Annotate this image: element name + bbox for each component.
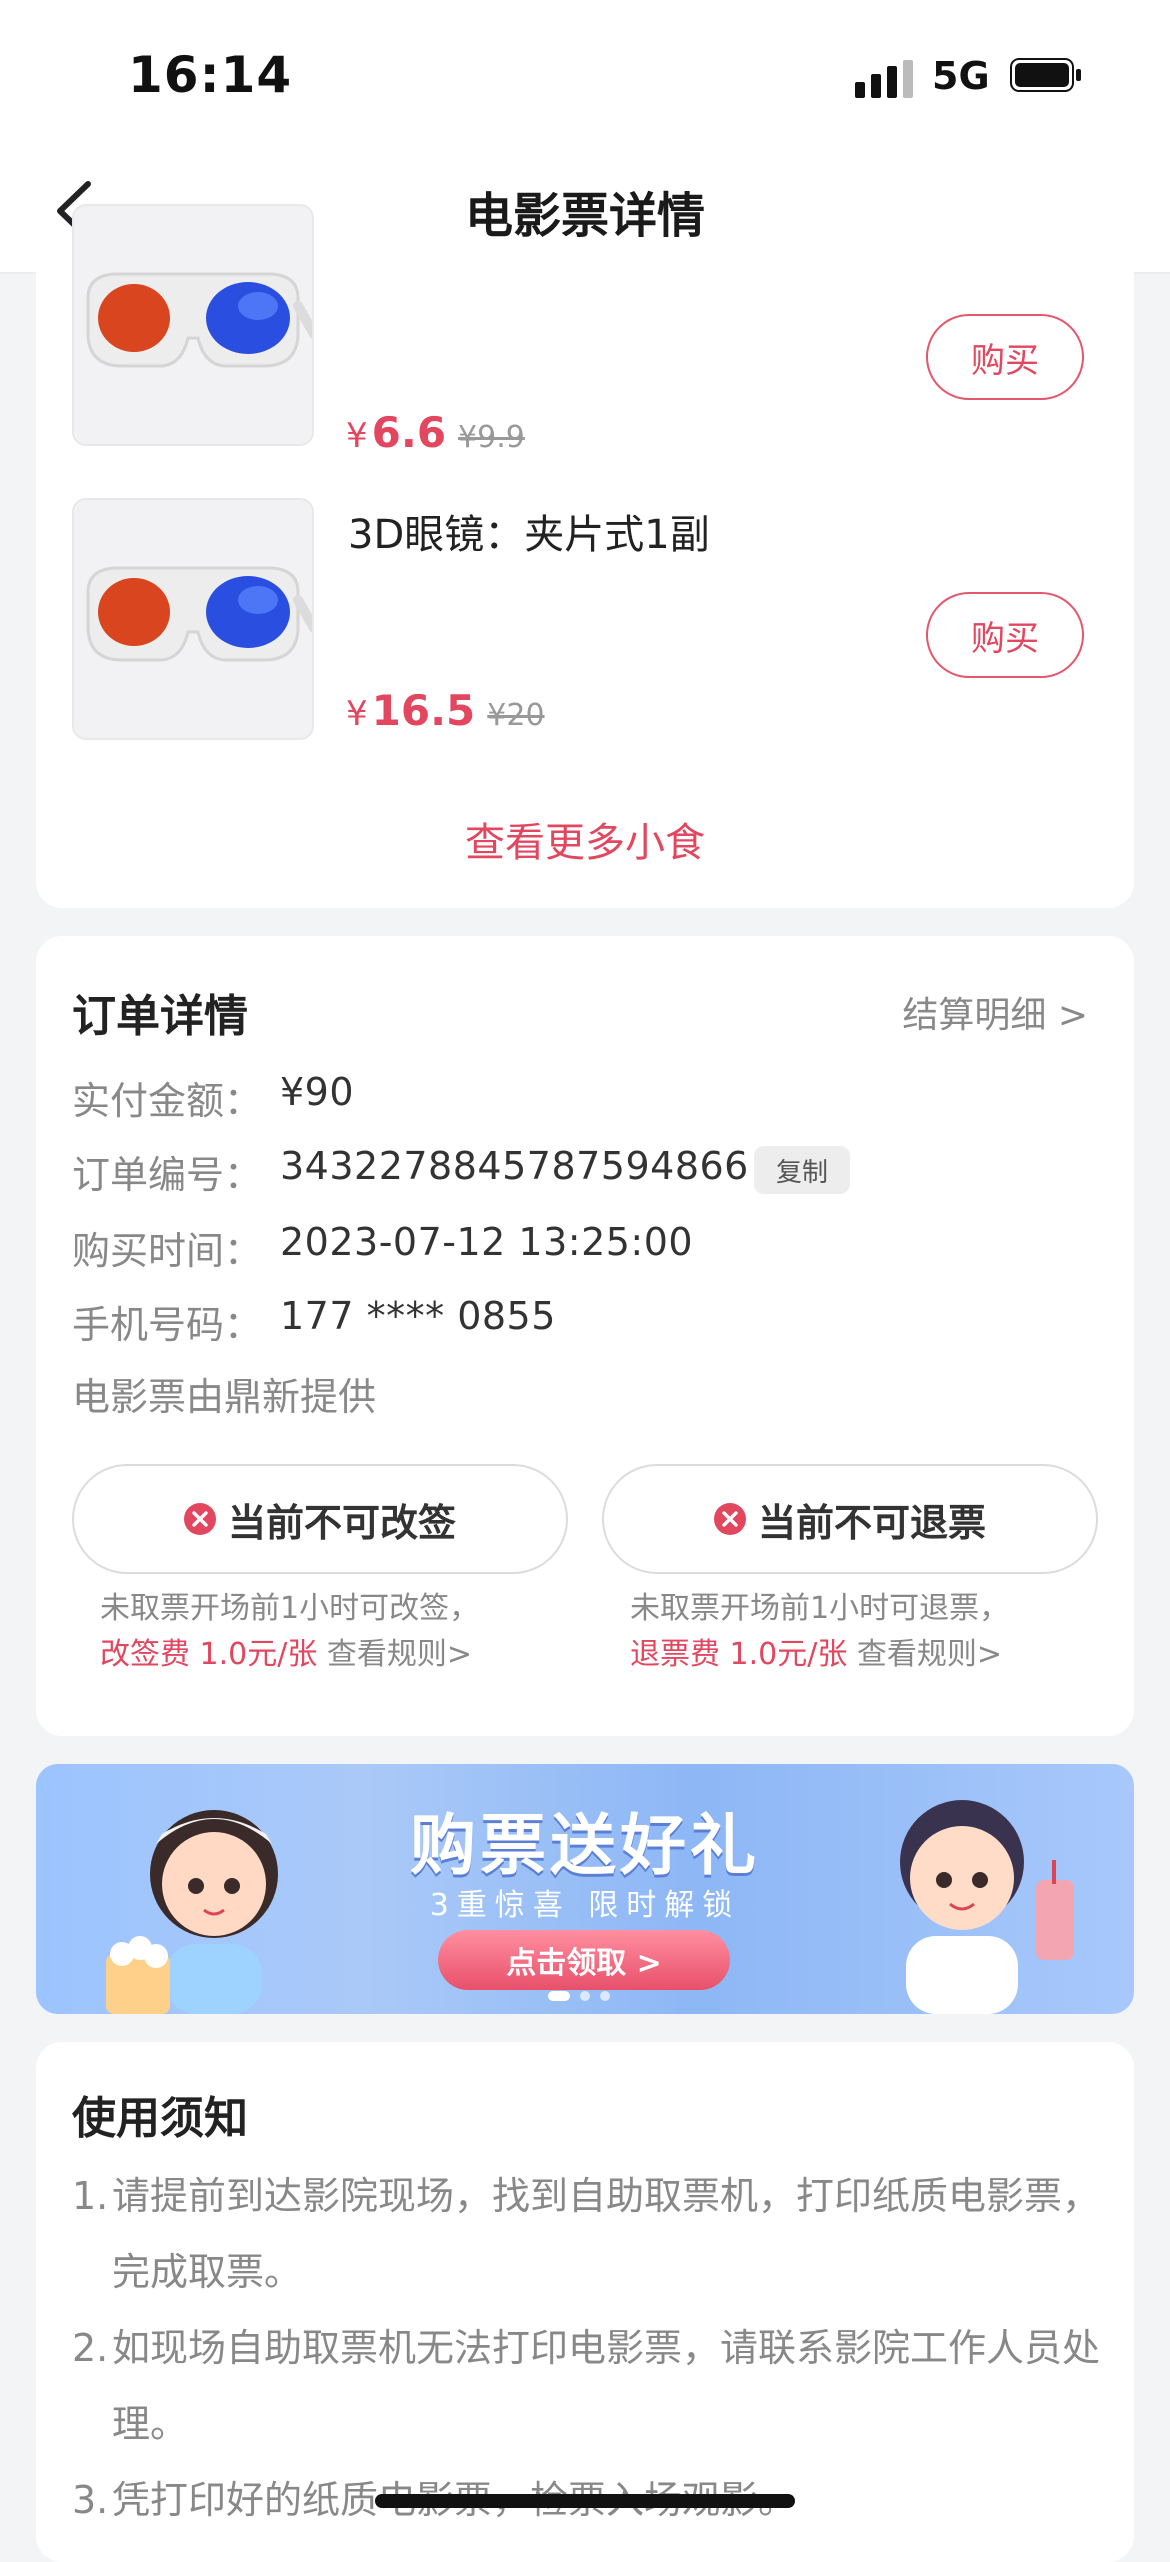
order-details-card: 订单详情 结算明细 > 实付金额： ¥90 订单编号： 343227884578… [36,936,1134,1736]
paid-amount-label: 实付金额： [72,1079,263,1123]
network-type: 5G [932,54,990,98]
snack-price: ¥16.5 ¥20 [346,686,545,735]
carousel-dots [548,1986,620,2005]
banner-claim-button[interactable]: 点击领取 > [438,1930,730,1990]
paid-amount-value: ¥90 [280,1070,355,1114]
phone-value: 177 **** 0855 [280,1294,556,1338]
change-ticket-note: 未取票开场前1小时可改签， 改签费 1.0元/张 查看规则> [100,1591,480,1672]
refund-ticket-note: 未取票开场前1小时可退票， 退票费 1.0元/张 查看规则> [630,1591,1010,1672]
snacks-card: ¥6.6 ¥9.9 购买 3D眼镜：夹片式1副 ¥16.5 ¥20 购买 查看更多小… [36,204,1134,908]
purchase-time-label: 购买时间： [72,1229,263,1273]
purchase-time-value: 2023-07-12 13:25:00 [280,1220,694,1264]
refund-ticket-label: 当前不可退票 [757,1500,986,1545]
order-section-title: 订单详情 [72,991,248,1042]
view-more-snacks-link[interactable]: 查看更多小食 [36,810,1134,868]
settlement-detail-link[interactable]: 结算明细 > [902,986,1088,1038]
snack-price: ¥6.6 ¥9.9 [346,408,525,457]
usage-notice-card: 使用须知 1. 请提前到达影院现场，找到自助取票机，打印纸质电影票，完成取票。 2… [36,2042,1134,2562]
banner-title: 购票送好礼 [410,1807,760,1884]
banner-subtitle: 3重惊喜 限时解锁 [429,1888,741,1923]
change-ticket-label: 当前不可改签 [227,1500,456,1545]
notice-item: 2. 如现场自助取票机无法打印电影票，请联系影院工作人员处理。 [72,2326,1101,2446]
change-fee: 改签费 1.0元/张 [100,1637,318,1672]
status-bar: 16:14 5G [0,0,1170,150]
order-number-value: 3432278845787594866 [280,1144,749,1188]
refund-ticket-button[interactable]: 当前不可退票 [602,1464,1098,1574]
3d-glasses-icon [86,566,312,662]
promo-banner[interactable]: 购票送好礼 3重惊喜 限时解锁 点击领取 > [36,1764,1134,2014]
refund-rules-link[interactable]: 查看规则> [847,1637,1002,1672]
home-indicator[interactable] [375,2494,795,2508]
buy-button[interactable]: 购买 [926,592,1084,678]
refund-fee: 退票费 1.0元/张 [630,1637,848,1672]
change-ticket-button[interactable]: 当前不可改签 [72,1464,568,1574]
3d-glasses-icon [86,272,312,368]
phone-label: 手机号码： [72,1303,263,1347]
close-circle-icon [713,1503,746,1535]
snack-name: 3D眼镜：夹片式1副 [348,512,710,558]
copy-button[interactable]: 复制 [754,1146,850,1194]
battery-icon [1010,58,1081,92]
snack-thumbnail[interactable] [72,204,314,446]
notice-item: 1. 请提前到达影院现场，找到自助取票机，打印纸质电影票，完成取票。 [72,2174,1101,2294]
status-time: 16:14 [128,46,293,104]
snack-thumbnail[interactable] [72,498,314,740]
close-circle-icon [183,1503,216,1535]
buy-button[interactable]: 购买 [926,314,1084,400]
signal-icon [855,60,913,98]
change-rules-link[interactable]: 查看规则> [317,1637,472,1672]
notice-section-title: 使用须知 [72,2093,248,2144]
provider-text: 电影票由鼎新提供 [72,1375,377,1419]
order-number-label: 订单编号： [72,1153,263,1197]
